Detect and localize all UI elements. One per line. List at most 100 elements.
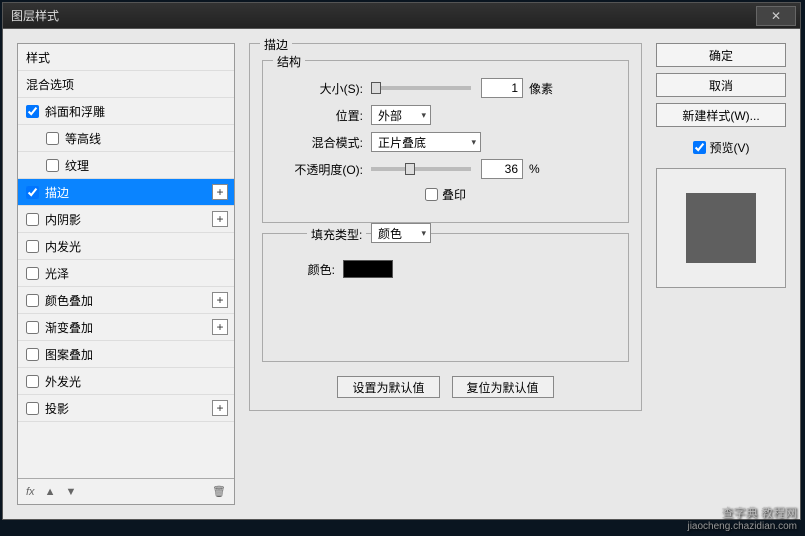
- preview-row: 预览(V): [656, 139, 786, 156]
- effect-checkbox[interactable]: [26, 375, 39, 388]
- trash-icon[interactable]: 🗑: [212, 485, 226, 498]
- sidebar-item-2[interactable]: 斜面和浮雕: [18, 98, 234, 125]
- sidebar-item-1[interactable]: 混合选项: [18, 71, 234, 98]
- size-unit: 像素: [529, 80, 553, 97]
- stroke-legend: 描边: [260, 36, 292, 53]
- window-title: 图层样式: [11, 7, 59, 24]
- blend-select[interactable]: 正片叠底 ▾: [371, 132, 481, 152]
- stroke-fieldset: 描边 结构 大小(S): 像素 位置: 外部 ▾: [249, 43, 642, 411]
- sidebar-item-4[interactable]: 纹理: [18, 152, 234, 179]
- fill-fieldset: 填充类型: 颜色 ▾ 颜色:: [262, 233, 629, 362]
- effect-checkbox[interactable]: [46, 159, 59, 172]
- new-style-button[interactable]: 新建样式(W)...: [656, 103, 786, 127]
- opacity-label: 不透明度(O):: [275, 161, 363, 178]
- position-label: 位置:: [275, 107, 363, 124]
- sidebar-item-6[interactable]: 内阴影 +: [18, 206, 234, 233]
- effect-label: 纹理: [65, 157, 89, 174]
- effect-checkbox[interactable]: [26, 240, 39, 253]
- watermark: 查字典 教程网 jiaocheng.chazidian.com: [687, 504, 797, 532]
- sidebar-item-9[interactable]: 颜色叠加 +: [18, 287, 234, 314]
- preview-swatch: [686, 193, 756, 263]
- arrow-up-icon[interactable]: ▲: [45, 486, 56, 498]
- effect-label: 内阴影: [45, 211, 81, 228]
- watermark-sub: jiaocheng.chazidian.com: [687, 521, 797, 532]
- effect-checkbox[interactable]: [26, 294, 39, 307]
- sidebar-item-12[interactable]: 外发光: [18, 368, 234, 395]
- effect-label: 颜色叠加: [45, 292, 93, 309]
- effect-checkbox[interactable]: [26, 267, 39, 280]
- watermark-main: 查字典 教程网: [687, 504, 797, 521]
- opacity-input[interactable]: [481, 159, 523, 179]
- chevron-down-icon: ▾: [471, 137, 476, 148]
- cancel-button[interactable]: 取消: [656, 73, 786, 97]
- position-select[interactable]: 外部 ▾: [371, 105, 431, 125]
- preview-checkbox[interactable]: [693, 141, 706, 154]
- close-icon: ✕: [771, 9, 781, 23]
- dialog-body: 样式混合选项斜面和浮雕等高线纹理描边+内阴影+内发光光泽颜色叠加+渐变叠加+图案…: [3, 29, 800, 519]
- preview-box: [656, 168, 786, 288]
- sidebar-item-5[interactable]: 描边 +: [18, 179, 234, 206]
- effect-checkbox[interactable]: [26, 213, 39, 226]
- effect-label: 样式: [26, 49, 50, 66]
- sidebar-item-3[interactable]: 等高线: [18, 125, 234, 152]
- effect-checkbox[interactable]: [26, 402, 39, 415]
- sidebar-item-13[interactable]: 投影 +: [18, 395, 234, 422]
- size-slider[interactable]: [371, 86, 471, 90]
- size-input[interactable]: [481, 78, 523, 98]
- color-row: 颜色:: [275, 260, 616, 278]
- effect-checkbox[interactable]: [26, 105, 39, 118]
- fill-type-label: 填充类型:: [307, 226, 366, 243]
- fill-type-select[interactable]: 颜色 ▾: [371, 223, 431, 243]
- effect-label: 描边: [45, 184, 69, 201]
- effect-checkbox[interactable]: [46, 132, 59, 145]
- effects-list: 样式混合选项斜面和浮雕等高线纹理描边+内阴影+内发光光泽颜色叠加+渐变叠加+图案…: [18, 44, 234, 478]
- color-label: 颜色:: [275, 261, 335, 278]
- effect-checkbox[interactable]: [26, 348, 39, 361]
- fx-icon[interactable]: fx: [26, 486, 35, 498]
- effect-checkbox[interactable]: [26, 186, 39, 199]
- opacity-slider[interactable]: [371, 167, 471, 171]
- structure-legend: 结构: [273, 53, 305, 70]
- arrow-down-icon[interactable]: ▼: [65, 486, 76, 498]
- overprint-checkbox[interactable]: [425, 188, 438, 201]
- effect-label: 外发光: [45, 373, 81, 390]
- titlebar[interactable]: 图层样式 ✕: [3, 3, 800, 29]
- sidebar-footer: fx ▲ ▼ 🗑: [18, 478, 234, 504]
- effect-label: 内发光: [45, 238, 81, 255]
- effect-label: 投影: [45, 400, 69, 417]
- effect-label: 混合选项: [26, 76, 74, 93]
- make-default-button[interactable]: 设置为默认值: [337, 376, 439, 398]
- size-label: 大小(S):: [275, 80, 363, 97]
- effect-label: 斜面和浮雕: [45, 103, 105, 120]
- sidebar-item-8[interactable]: 光泽: [18, 260, 234, 287]
- ok-button[interactable]: 确定: [656, 43, 786, 67]
- add-effect-icon[interactable]: +: [212, 184, 228, 200]
- position-value: 外部: [378, 107, 402, 124]
- color-swatch[interactable]: [343, 260, 393, 278]
- reset-default-button[interactable]: 复位为默认值: [452, 376, 554, 398]
- sidebar-item-11[interactable]: 图案叠加: [18, 341, 234, 368]
- add-effect-icon[interactable]: +: [212, 292, 228, 308]
- close-button[interactable]: ✕: [756, 6, 796, 26]
- default-buttons: 设置为默认值 复位为默认值: [262, 376, 629, 398]
- position-row: 位置: 外部 ▾: [275, 105, 616, 125]
- sidebar-item-0[interactable]: 样式: [18, 44, 234, 71]
- add-effect-icon[interactable]: +: [212, 319, 228, 335]
- structure-fieldset: 结构 大小(S): 像素 位置: 外部 ▾: [262, 60, 629, 223]
- opacity-row: 不透明度(O): %: [275, 159, 616, 179]
- blend-row: 混合模式: 正片叠底 ▾: [275, 132, 616, 152]
- chevron-down-icon: ▾: [421, 228, 426, 239]
- effect-label: 图案叠加: [45, 346, 93, 363]
- layer-style-window: 图层样式 ✕ 样式混合选项斜面和浮雕等高线纹理描边+内阴影+内发光光泽颜色叠加+…: [2, 2, 801, 520]
- right-column: 确定 取消 新建样式(W)... 预览(V): [656, 43, 786, 505]
- size-row: 大小(S): 像素: [275, 78, 616, 98]
- overprint-label: 叠印: [442, 186, 466, 203]
- effects-sidebar: 样式混合选项斜面和浮雕等高线纹理描边+内阴影+内发光光泽颜色叠加+渐变叠加+图案…: [17, 43, 235, 505]
- sidebar-item-7[interactable]: 内发光: [18, 233, 234, 260]
- add-effect-icon[interactable]: +: [212, 400, 228, 416]
- add-effect-icon[interactable]: +: [212, 211, 228, 227]
- effect-checkbox[interactable]: [26, 321, 39, 334]
- sidebar-item-10[interactable]: 渐变叠加+: [18, 314, 234, 341]
- effect-label: 等高线: [65, 130, 101, 147]
- blend-value: 正片叠底: [378, 134, 426, 151]
